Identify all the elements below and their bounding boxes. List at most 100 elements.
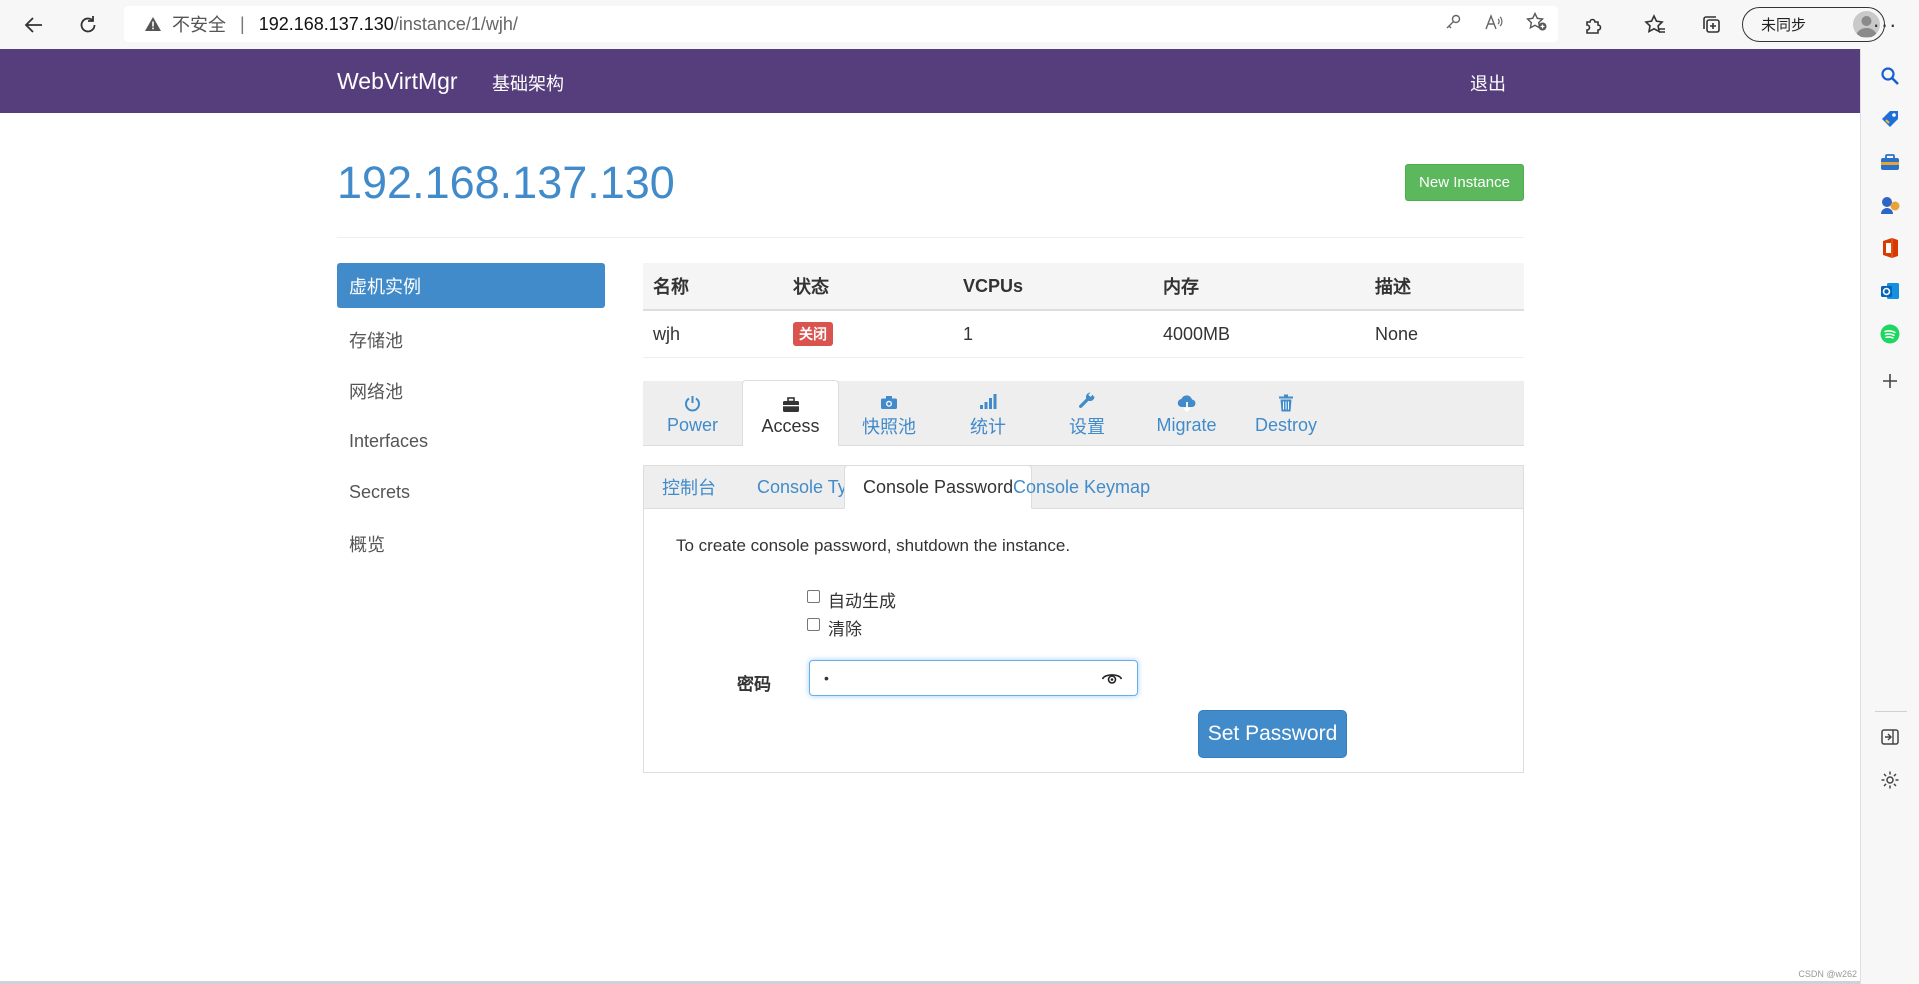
page: WebVirtMgr 基础架构 退出 192.168.137.130 New I… (0, 49, 1860, 981)
instance-action-tabs: Power Access 快照池 统计 设置 Migrate Destroy (643, 380, 1524, 446)
signal-icon (979, 388, 997, 410)
logout-link[interactable]: 退出 (1470, 70, 1506, 96)
instance-name: wjh (643, 310, 783, 358)
shutdown-notice: To create console password, shutdown the… (676, 536, 1071, 555)
auto-generate-option: 自动生成 (807, 587, 896, 612)
outlook-icon[interactable] (1878, 279, 1902, 303)
edge-divider (1875, 711, 1907, 712)
clear-label: 清除 (828, 620, 862, 639)
office-icon[interactable] (1878, 236, 1902, 260)
sidebar-item-secrets[interactable]: Secrets (337, 467, 605, 518)
spotify-icon[interactable] (1878, 322, 1902, 346)
back-arrow-icon (24, 17, 42, 33)
subtab-console-password[interactable]: Console Password (844, 465, 1033, 509)
instance-memory: 4000MB (1153, 310, 1365, 358)
favorites-button[interactable] (1638, 8, 1672, 42)
instance-table: 名称 状态 VCPUs 内存 描述 wjh 关闭 1 4000MB None (643, 263, 1524, 358)
column-header-memory: 内存 (1153, 263, 1365, 311)
sidebar-item-storages[interactable]: 存储池 (337, 314, 605, 365)
tab-destroy-label: Destroy (1254, 415, 1317, 435)
auto-generate-label: 自动生成 (828, 592, 896, 611)
brand-logo[interactable]: WebVirtMgr (337, 68, 458, 95)
table-header-row: 名称 状态 VCPUs 内存 描述 (643, 263, 1524, 311)
new-instance-button[interactable]: New Instance (1405, 164, 1524, 201)
tab-power-label: Power (666, 415, 719, 435)
address-separator: | (240, 13, 245, 34)
tab-migrate-label: Migrate (1156, 415, 1217, 435)
subtab-console-keymap[interactable]: Console Keymap (1013, 466, 1150, 508)
instance-vcpus: 1 (953, 310, 1153, 358)
clear-option: 清除 (807, 615, 862, 640)
camera-icon (880, 388, 898, 410)
sync-label: 未同步 (1761, 17, 1807, 34)
tab-stats[interactable]: 统计 (939, 381, 1037, 445)
column-header-description: 描述 (1365, 263, 1524, 311)
page-title: 192.168.137.130 (337, 157, 675, 208)
tab-stats-label: 统计 (970, 416, 1006, 437)
key-icon[interactable] (1444, 13, 1462, 36)
auto-generate-checkbox[interactable] (807, 590, 820, 603)
sidebar-item-instances[interactable]: 虚机实例 (337, 263, 605, 308)
password-field[interactable]: • (809, 660, 1138, 696)
warning-icon (144, 16, 162, 32)
title-divider (337, 237, 1524, 238)
trash-icon (1278, 390, 1294, 412)
column-header-vcpus: VCPUs (953, 263, 1153, 311)
tab-settings-label: 设置 (1069, 416, 1105, 437)
wrench-icon (1078, 388, 1096, 410)
puzzle-icon (1586, 18, 1602, 34)
access-panel: 控制台 Console Type Console Password Consol… (643, 465, 1524, 773)
tab-settings[interactable]: 设置 (1037, 381, 1137, 445)
clear-checkbox[interactable] (807, 618, 820, 631)
more-menu-button[interactable]: ··· (1868, 8, 1902, 42)
nav-infrastructure[interactable]: 基础架构 (492, 70, 564, 96)
tab-access[interactable]: Access (742, 380, 839, 446)
sidebar: 虚机实例 存储池 网络池 Interfaces Secrets 概览 (337, 263, 605, 569)
tools-icon[interactable] (1878, 150, 1902, 174)
insecure-label: 不安全 (172, 15, 226, 35)
table-row: wjh 关闭 1 4000MB None (643, 310, 1524, 358)
favorites-star-icon (1644, 14, 1665, 33)
sidebar-item-interfaces[interactable]: Interfaces (337, 416, 605, 467)
sidebar-item-overview[interactable]: 概览 (337, 518, 605, 569)
tab-snapshots-label: 快照池 (862, 416, 916, 437)
instance-status-cell: 关闭 (783, 310, 953, 358)
address-bar[interactable]: 不安全 | 192.168.137.130/instance/1/wjh/ (124, 6, 1558, 42)
add-icon[interactable] (1878, 369, 1902, 393)
url-path: /instance/1/wjh/ (393, 13, 518, 34)
sidebar-item-networks[interactable]: 网络池 (337, 365, 605, 416)
extensions-button[interactable] (1576, 8, 1610, 42)
hide-sidebar-icon[interactable] (1878, 725, 1902, 749)
browser-toolbar: 不安全 | 192.168.137.130/instance/1/wjh/ 未同… (0, 0, 1919, 50)
password-label: 密码 (737, 675, 771, 694)
add-favorite-icon[interactable] (1525, 11, 1548, 37)
profile-sync-button[interactable]: 未同步 (1742, 7, 1885, 42)
tab-migrate[interactable]: Migrate (1137, 381, 1236, 445)
access-subtabs: 控制台 Console Type Console Password Consol… (644, 465, 1523, 509)
cloud-download-icon (1177, 390, 1197, 412)
refresh-icon (80, 16, 96, 33)
top-navbar: WebVirtMgr 基础架构 退出 (0, 49, 1860, 113)
status-badge: 关闭 (793, 322, 833, 346)
collections-icon (1703, 16, 1720, 33)
settings-gear-icon[interactable] (1878, 768, 1902, 792)
subtab-console[interactable]: 控制台 (662, 466, 716, 508)
set-password-button[interactable]: Set Password (1198, 710, 1347, 758)
shopping-tag-icon[interactable] (1878, 107, 1902, 131)
power-icon (684, 390, 701, 412)
games-icon[interactable] (1878, 193, 1902, 217)
tab-power[interactable]: Power (643, 381, 742, 445)
read-aloud-icon[interactable] (1484, 13, 1504, 36)
search-icon[interactable] (1878, 64, 1902, 88)
eye-icon[interactable] (1101, 669, 1123, 687)
back-button[interactable] (17, 8, 51, 42)
collections-button[interactable] (1694, 8, 1728, 42)
watermark: CSDN @w262 (1798, 969, 1857, 979)
tab-destroy[interactable]: Destroy (1236, 381, 1336, 445)
briefcase-icon (782, 391, 800, 413)
tab-snapshots[interactable]: 快照池 (839, 381, 939, 445)
tab-access-label: Access (761, 415, 820, 436)
edge-sidebar (1860, 49, 1919, 984)
password-value: • (824, 670, 829, 686)
refresh-button[interactable] (71, 8, 105, 42)
